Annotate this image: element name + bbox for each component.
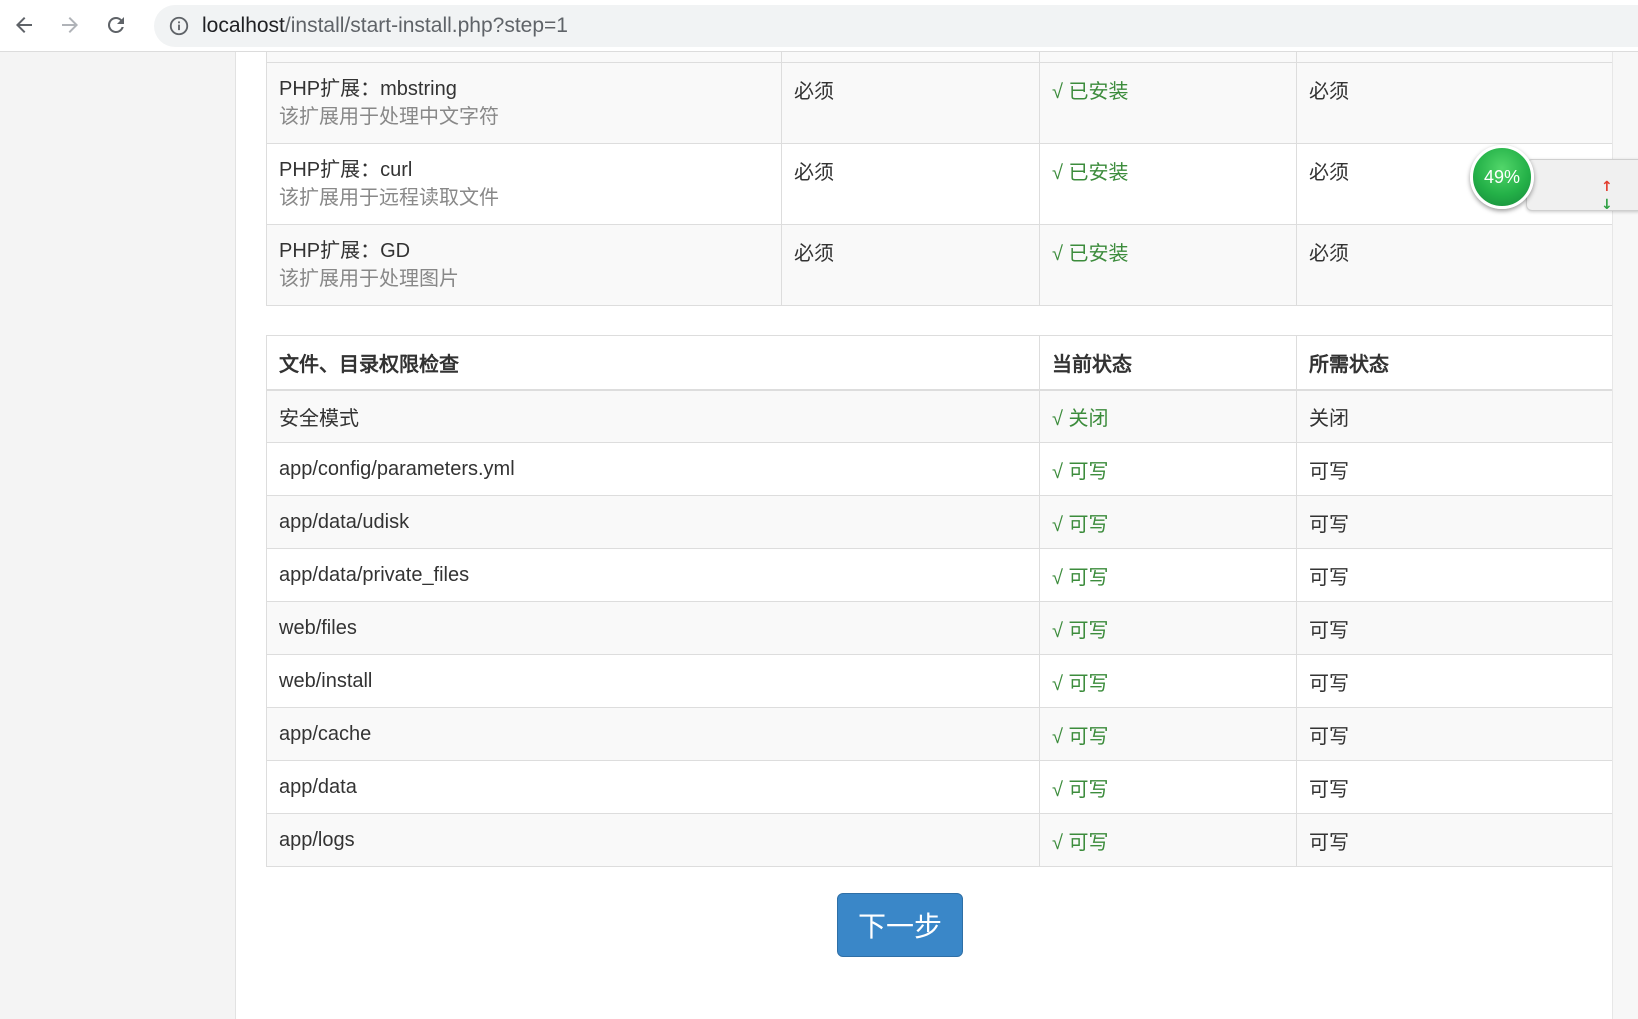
perm-needed: 可写 [1296,442,1613,496]
table-row: app/config/parameters.yml √ 可写 可写 [266,442,1613,496]
perm-item: app/logs [266,813,1040,867]
table-row: app/logs √ 可写 可写 [266,813,1613,867]
perm-needed: 可写 [1296,707,1613,761]
download-arrow-icon: ↓ [1601,197,1613,213]
table-row-partial [266,52,1613,63]
perm-item: app/data [266,760,1040,814]
perm-item: 安全模式 [266,389,1040,443]
perm-current: √ 可写 [1039,601,1297,655]
header-file-check: 文件、目录权限检查 [266,335,1040,391]
perm-needed: 可写 [1296,813,1613,867]
perm-current: √ 可写 [1039,548,1297,602]
header-required-status: 所需状态 [1296,335,1613,391]
perm-current: √ 可写 [1039,813,1297,867]
ext-name: PHP扩展：curl [279,159,413,181]
perm-needed: 可写 [1296,548,1613,602]
ext-status: √ 已安装 [1039,143,1297,225]
perm-item: app/cache [266,707,1040,761]
upload-arrow-icon: ↑ [1601,179,1613,195]
speed-tab[interactable]: ↑ ↓ [1526,159,1638,214]
perm-current: √ 可写 [1039,654,1297,708]
table-row: PHP扩展：GD 该扩展用于处理图片 必须 √ 已安装 必须 [266,224,1613,306]
ext-cell: PHP扩展：curl 该扩展用于远程读取文件 [266,143,782,225]
address-bar[interactable]: localhost/install/start-install.php?step… [154,5,1638,47]
table-row: app/data √ 可写 可写 [266,760,1613,814]
next-step-button[interactable]: 下一步 [837,893,963,957]
perm-current: √ 可写 [1039,707,1297,761]
ext-desc: 该扩展用于处理图片 [279,268,459,290]
perm-needed: 关闭 [1296,389,1613,443]
perm-item: app/data/udisk [266,495,1040,549]
ext-name: PHP扩展：GD [279,240,411,262]
info-icon[interactable] [168,15,190,37]
table-row: PHP扩展：mbstring 该扩展用于处理中文字符 必须 √ 已安装 必须 [266,62,1613,144]
table-row: web/files √ 可写 可写 [266,601,1613,655]
perm-needed: 可写 [1296,495,1613,549]
perm-item: app/config/parameters.yml [266,442,1040,496]
table-row: app/data/udisk √ 可写 可写 [266,495,1613,549]
perm-needed: 可写 [1296,654,1613,708]
ext-name: PHP扩展：mbstring [279,78,457,100]
perm-needed: 可写 [1296,760,1613,814]
reload-button[interactable] [100,9,132,41]
perm-item: web/files [266,601,1040,655]
ext-needed: 必须 [1296,62,1613,144]
network-speed-widget[interactable]: ↑ ↓ 49% [1470,145,1638,214]
table-row: PHP扩展：curl 该扩展用于远程读取文件 必须 √ 已安装 必须 [266,143,1613,225]
install-content: PHP扩展：mbstring 该扩展用于处理中文字符 必须 √ 已安装 必须 PH… [236,52,1638,1019]
ext-status: √ 已安装 [1039,224,1297,306]
ext-desc: 该扩展用于处理中文字符 [279,106,499,128]
permission-check-table: 文件、目录权限检查 当前状态 所需状态 安全模式 √ 关闭 关闭 app/confi… [266,335,1613,867]
url-text: localhost/install/start-install.php?step… [202,14,568,38]
perm-current: √ 关闭 [1039,389,1297,443]
perm-item: app/data/private_files [266,548,1040,602]
url-path: /install/start-install.php?step=1 [284,14,568,37]
arrow-left-icon [16,17,32,33]
reload-icon [107,16,124,33]
browser-toolbar: localhost/install/start-install.php?step… [0,0,1638,52]
ext-status: √ 已安装 [1039,62,1297,144]
ext-required: 必须 [781,224,1040,306]
perm-current: √ 可写 [1039,760,1297,814]
ext-required: 必须 [781,62,1040,144]
perm-current: √ 可写 [1039,442,1297,496]
perm-current: √ 可写 [1039,495,1297,549]
table-row: app/data/private_files √ 可写 可写 [266,548,1613,602]
speed-ball[interactable]: 49% [1470,145,1534,209]
back-button[interactable] [8,9,40,41]
table-row: app/cache √ 可写 可写 [266,707,1613,761]
ext-desc: 该扩展用于远程读取文件 [279,187,499,209]
speed-arrows: ↑ ↓ [1601,178,1613,214]
table-row: web/install √ 可写 可写 [266,654,1613,708]
perm-needed: 可写 [1296,601,1613,655]
table-header-row: 文件、目录权限检查 当前状态 所需状态 [266,335,1613,391]
url-host: localhost [202,14,285,37]
extension-check-table: PHP扩展：mbstring 该扩展用于处理中文字符 必须 √ 已安装 必须 PH… [266,52,1613,306]
ext-cell: PHP扩展：mbstring 该扩展用于处理中文字符 [266,62,782,144]
header-current-status: 当前状态 [1039,335,1297,391]
left-margin [0,52,236,1019]
table-row: 安全模式 √ 关闭 关闭 [266,389,1613,443]
forward-button[interactable] [54,9,86,41]
perm-item: web/install [266,654,1040,708]
ext-cell: PHP扩展：GD 该扩展用于处理图片 [266,224,782,306]
ext-required: 必须 [781,143,1040,225]
ext-needed: 必须 [1296,224,1613,306]
arrow-right-icon [62,17,78,33]
